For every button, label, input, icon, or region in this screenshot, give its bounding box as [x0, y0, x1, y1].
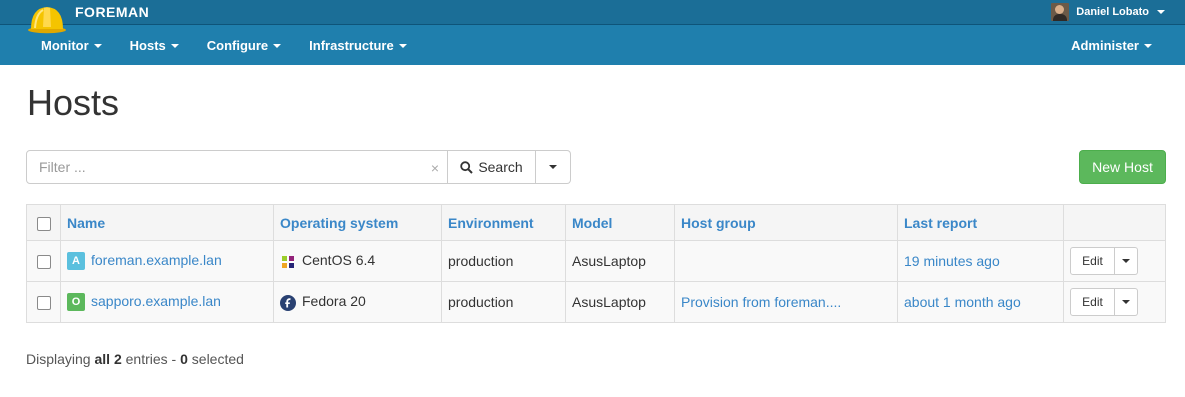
host-group-cell: [674, 240, 898, 282]
last-report-cell: about 1 month ago: [897, 281, 1064, 323]
main-navbar: Monitor Hosts Configure Infrastructure A…: [0, 25, 1185, 65]
nav-monitor-label: Monitor: [41, 37, 89, 53]
search-icon: [460, 160, 474, 174]
row-select-cell: [26, 240, 61, 282]
selected-count: 0: [180, 351, 188, 367]
top-bar: FOREMAN Daniel Lobato: [0, 0, 1185, 34]
search-options-dropdown[interactable]: [536, 150, 571, 184]
column-host-group[interactable]: Host group: [674, 204, 898, 241]
nav-monitor[interactable]: Monitor: [27, 38, 116, 53]
page-title: Hosts: [27, 82, 120, 123]
column-last-report[interactable]: Last report: [897, 204, 1064, 241]
last-report-cell: 19 minutes ago: [897, 240, 1064, 282]
table-row: Aforeman.example.lan CentOS 6.4 producti…: [26, 240, 1166, 282]
chevron-down-icon: [1122, 300, 1130, 304]
edit-options-dropdown[interactable]: [1115, 288, 1138, 316]
edit-options-dropdown[interactable]: [1115, 247, 1138, 275]
host-group-link[interactable]: Provision from foreman....: [681, 294, 841, 310]
chevron-down-icon: [398, 44, 407, 49]
clear-icon[interactable]: ×: [431, 160, 439, 176]
summary-prefix: Displaying: [26, 351, 95, 367]
summary-middle: entries -: [121, 351, 181, 367]
os-cell: CentOS 6.4: [273, 240, 442, 282]
filter-field: ×: [26, 150, 448, 184]
model-cell: AsusLaptop: [565, 281, 675, 323]
pagination-summary: Displaying all 2 entries - 0 selected: [26, 351, 244, 367]
environment-cell: production: [441, 240, 566, 282]
chevron-down-icon: [273, 44, 282, 49]
nav-configure[interactable]: Configure: [193, 38, 295, 53]
model-cell: AsusLaptop: [565, 240, 675, 282]
avatar: [1051, 3, 1070, 21]
os-name: CentOS 6.4: [302, 252, 376, 269]
chevron-down-icon: [1157, 10, 1165, 14]
search-button[interactable]: Search: [448, 150, 536, 184]
host-name-link[interactable]: sapporo.example.lan: [91, 293, 221, 309]
nav-menu: Monitor Hosts Configure Infrastructure: [27, 25, 421, 65]
column-actions: [1063, 204, 1166, 241]
fedora-icon: [280, 294, 296, 311]
hardhat-icon[interactable]: [27, 0, 67, 34]
os-cell: Fedora 20: [273, 281, 442, 323]
user-menu[interactable]: Daniel Lobato: [1051, 3, 1165, 21]
search-bar: × Search: [26, 150, 571, 184]
search-input[interactable]: [27, 151, 419, 183]
nav-administer-label: Administer: [1071, 37, 1139, 53]
host-name-cell: Osapporo.example.lan: [60, 281, 274, 323]
select-all-checkbox[interactable]: [37, 216, 51, 231]
column-environment[interactable]: Environment: [441, 204, 566, 241]
nav-hosts[interactable]: Hosts: [116, 38, 193, 53]
nav-infrastructure-label: Infrastructure: [309, 37, 394, 53]
user-name: Daniel Lobato: [1076, 6, 1149, 18]
column-model[interactable]: Model: [565, 204, 675, 241]
chevron-down-icon: [1144, 44, 1152, 49]
nav-configure-label: Configure: [206, 37, 269, 53]
select-all-cell: [26, 204, 61, 241]
host-name-cell: Aforeman.example.lan: [60, 240, 274, 282]
edit-button-group: Edit: [1070, 247, 1159, 275]
column-name[interactable]: Name: [60, 204, 274, 241]
os-name: Fedora 20: [302, 293, 366, 310]
actions-cell: Edit: [1063, 240, 1166, 282]
actions-cell: Edit: [1063, 281, 1166, 323]
edit-button[interactable]: Edit: [1070, 247, 1115, 275]
status-badge: O: [67, 293, 85, 312]
chevron-down-icon: [549, 165, 557, 169]
brand-name[interactable]: FOREMAN: [75, 4, 149, 20]
summary-suffix: selected: [187, 351, 244, 367]
search-button-label: Search: [478, 159, 523, 175]
environment-cell: production: [441, 281, 566, 323]
new-host-button[interactable]: New Host: [1079, 150, 1166, 184]
row-checkbox[interactable]: [37, 296, 51, 311]
nav-administer[interactable]: Administer: [1057, 38, 1166, 53]
hosts-table: Name Operating system Environment Model …: [26, 204, 1166, 323]
chevron-down-icon: [1122, 259, 1130, 263]
edit-button-group: Edit: [1070, 288, 1159, 316]
total-entries: all 2: [94, 351, 122, 367]
nav-infrastructure[interactable]: Infrastructure: [295, 38, 421, 53]
status-badge: A: [67, 252, 85, 271]
column-operating-system[interactable]: Operating system: [273, 204, 442, 241]
chevron-down-icon: [93, 44, 102, 49]
edit-button[interactable]: Edit: [1070, 288, 1115, 316]
row-select-cell: [26, 281, 61, 323]
centos-icon: [280, 253, 296, 270]
chevron-down-icon: [170, 44, 179, 49]
last-report-link[interactable]: 19 minutes ago: [904, 253, 1000, 269]
table-header-row: Name Operating system Environment Model …: [26, 204, 1166, 241]
host-name-link[interactable]: foreman.example.lan: [91, 252, 222, 268]
nav-hosts-label: Hosts: [129, 37, 166, 53]
last-report-link[interactable]: about 1 month ago: [904, 294, 1021, 310]
host-group-cell: Provision from foreman....: [674, 281, 898, 323]
table-row: Osapporo.example.lan Fedora 20 productio…: [26, 281, 1166, 323]
row-checkbox[interactable]: [37, 255, 51, 270]
